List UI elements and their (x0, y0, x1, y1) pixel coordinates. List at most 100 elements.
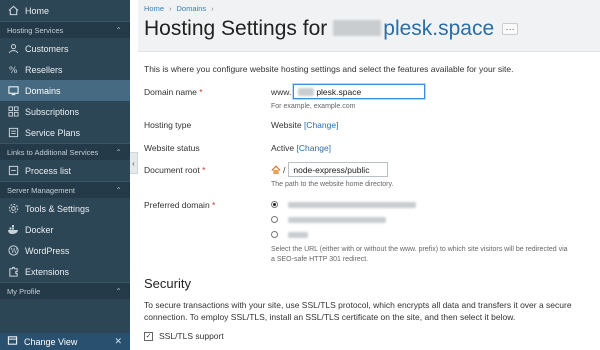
sidebar-item-home[interactable]: Home (0, 0, 130, 21)
preferred-domain-row: Preferred domain * Select the URL (eithe… (144, 197, 600, 265)
sidebar-item-extensions[interactable]: Extensions (0, 261, 130, 282)
breadcrumb-domains[interactable]: Domains (177, 4, 207, 13)
change-view-icon (7, 335, 18, 348)
chevron-up-icon: ⌃ (115, 185, 122, 195)
sidebar-item-docker[interactable]: Docker (0, 219, 130, 240)
preferred-domain-hint: Select the URL (either with or without t… (271, 246, 568, 263)
domain-name-value: www. plesk.space For example, example.co… (271, 84, 426, 110)
required-mark: * (199, 87, 203, 97)
document-root-input[interactable]: node-express/public (288, 162, 389, 177)
home-directory-icon (271, 164, 281, 175)
page-header: Home › Domains › Hosting Settings for ple… (138, 0, 600, 52)
label-text: Document root (144, 165, 200, 175)
domain-name-label: Domain name * (144, 84, 271, 97)
redacted-domain-option (288, 201, 416, 208)
change-view-button[interactable]: Change View ✕ (0, 333, 130, 350)
domain-name-input-value: plesk.space (316, 86, 362, 97)
resellers-icon: % (7, 64, 19, 76)
change-view-label: Change View (24, 336, 78, 347)
redacted-domain-option (288, 216, 386, 223)
document-root-hint: The path to the website home directory. (271, 181, 394, 188)
sidebar-item-tools-settings[interactable]: Tools & Settings (0, 198, 130, 219)
customers-icon (7, 43, 19, 55)
label-text: Domain name (144, 87, 197, 97)
sidebar-item-domains[interactable]: Domains (0, 80, 130, 101)
sidebar-item-resellers[interactable]: % Resellers (0, 59, 130, 80)
sidebar-item-customers[interactable]: Customers (0, 38, 130, 59)
section-label: Server Management (7, 185, 75, 195)
preferred-domain-option-none[interactable] (271, 227, 571, 242)
radio-button[interactable] (271, 231, 278, 238)
ssl-support-row[interactable]: ✓ SSL/TLS support (144, 331, 600, 341)
section-label: Links to Additional Services (7, 147, 99, 157)
preferred-domain-option-plain[interactable] (271, 212, 571, 227)
extensions-icon (7, 266, 19, 278)
service-plans-icon (7, 127, 19, 139)
sidebar-item-label: Docker (25, 224, 54, 235)
ssl-support-checkbox[interactable]: ✓ (144, 331, 153, 341)
hosting-type-change-link[interactable]: [Change] (304, 120, 339, 130)
settings-form: This is where you configure website host… (138, 52, 600, 341)
svg-text:W: W (10, 247, 17, 255)
path-separator: / (283, 164, 286, 175)
sidebar-item-wordpress[interactable]: W WordPress (0, 240, 130, 261)
document-root-input-value: node-express/public (293, 164, 370, 175)
hosting-type-text: Website (271, 120, 302, 130)
chevron-left-icon: ‹ (132, 158, 135, 168)
radio-button[interactable] (271, 201, 278, 208)
section-label: My Profile (7, 286, 41, 296)
page-title: Hosting Settings for plesk.space (144, 17, 494, 41)
label-text: Preferred domain (144, 200, 210, 210)
preferred-domain-option-www[interactable] (271, 197, 571, 212)
required-mark: * (212, 200, 216, 210)
sidebar-item-label: WordPress (25, 245, 70, 256)
intro-text: This is where you configure website host… (144, 64, 514, 74)
redacted-domain-option (288, 231, 308, 238)
more-icon: ··· (505, 23, 515, 34)
sidebar-item-process-list[interactable]: Process list (0, 160, 130, 181)
section-hosting-services[interactable]: Hosting Services ⌃ (0, 21, 130, 38)
sidebar-item-label: Customers (25, 43, 69, 54)
wordpress-icon: W (7, 245, 19, 257)
www-prefix: www. (271, 86, 292, 97)
website-status-value: Active [Change] (271, 140, 331, 153)
website-status-label: Website status (144, 143, 200, 153)
document-root-row: Document root * / node-express/public Th… (144, 162, 600, 188)
main-content: Home › Domains › Hosting Settings for ple… (138, 0, 600, 350)
home-icon (7, 5, 19, 17)
subscriptions-icon (7, 106, 19, 118)
website-status-text: Active (271, 143, 295, 153)
website-status-row: Website status Active [Change] (144, 140, 600, 153)
sidebar-collapse-toggle[interactable]: ‹ (130, 152, 138, 174)
process-list-icon (7, 165, 19, 177)
sidebar-item-label: Resellers (25, 64, 63, 75)
sidebar-item-subscriptions[interactable]: Subscriptions (0, 101, 130, 122)
sidebar-item-label: Domains (25, 85, 61, 96)
website-status-change-link[interactable]: [Change] (297, 143, 332, 153)
section-my-profile[interactable]: My Profile ⌃ (0, 282, 130, 299)
sidebar-item-service-plans[interactable]: Service Plans (0, 122, 130, 143)
breadcrumb-separator: › (169, 4, 172, 13)
sidebar-item-label: Subscriptions (25, 106, 80, 117)
breadcrumb-home[interactable]: Home (144, 4, 164, 13)
domain-name-input[interactable]: plesk.space (293, 84, 426, 99)
close-icon[interactable]: ✕ (114, 336, 122, 347)
section-links-additional[interactable]: Links to Additional Services ⌃ (0, 143, 130, 160)
required-mark: * (202, 165, 206, 175)
preferred-domain-label: Preferred domain * (144, 197, 271, 210)
preferred-domain-options: Select the URL (either with or without t… (271, 197, 571, 265)
breadcrumb: Home › Domains › (144, 4, 600, 13)
tools-icon (7, 203, 19, 215)
sidebar: Home Hosting Services ⌃ Customers % Rese… (0, 0, 130, 350)
security-description: To secure transactions with your site, u… (144, 300, 572, 322)
security-heading: Security (144, 276, 191, 291)
sidebar-item-label: Extensions (25, 266, 70, 277)
document-root-label: Document root * (144, 162, 271, 175)
section-server-management[interactable]: Server Management ⌃ (0, 181, 130, 198)
redacted-subdomain (333, 20, 382, 36)
chevron-up-icon: ⌃ (115, 25, 122, 35)
more-actions-button[interactable]: ··· (502, 23, 519, 35)
domain-name-hint: For example, example.com (271, 103, 356, 110)
domain-name-row: Domain name * www. plesk.space For examp… (144, 84, 600, 110)
radio-button[interactable] (271, 216, 278, 223)
